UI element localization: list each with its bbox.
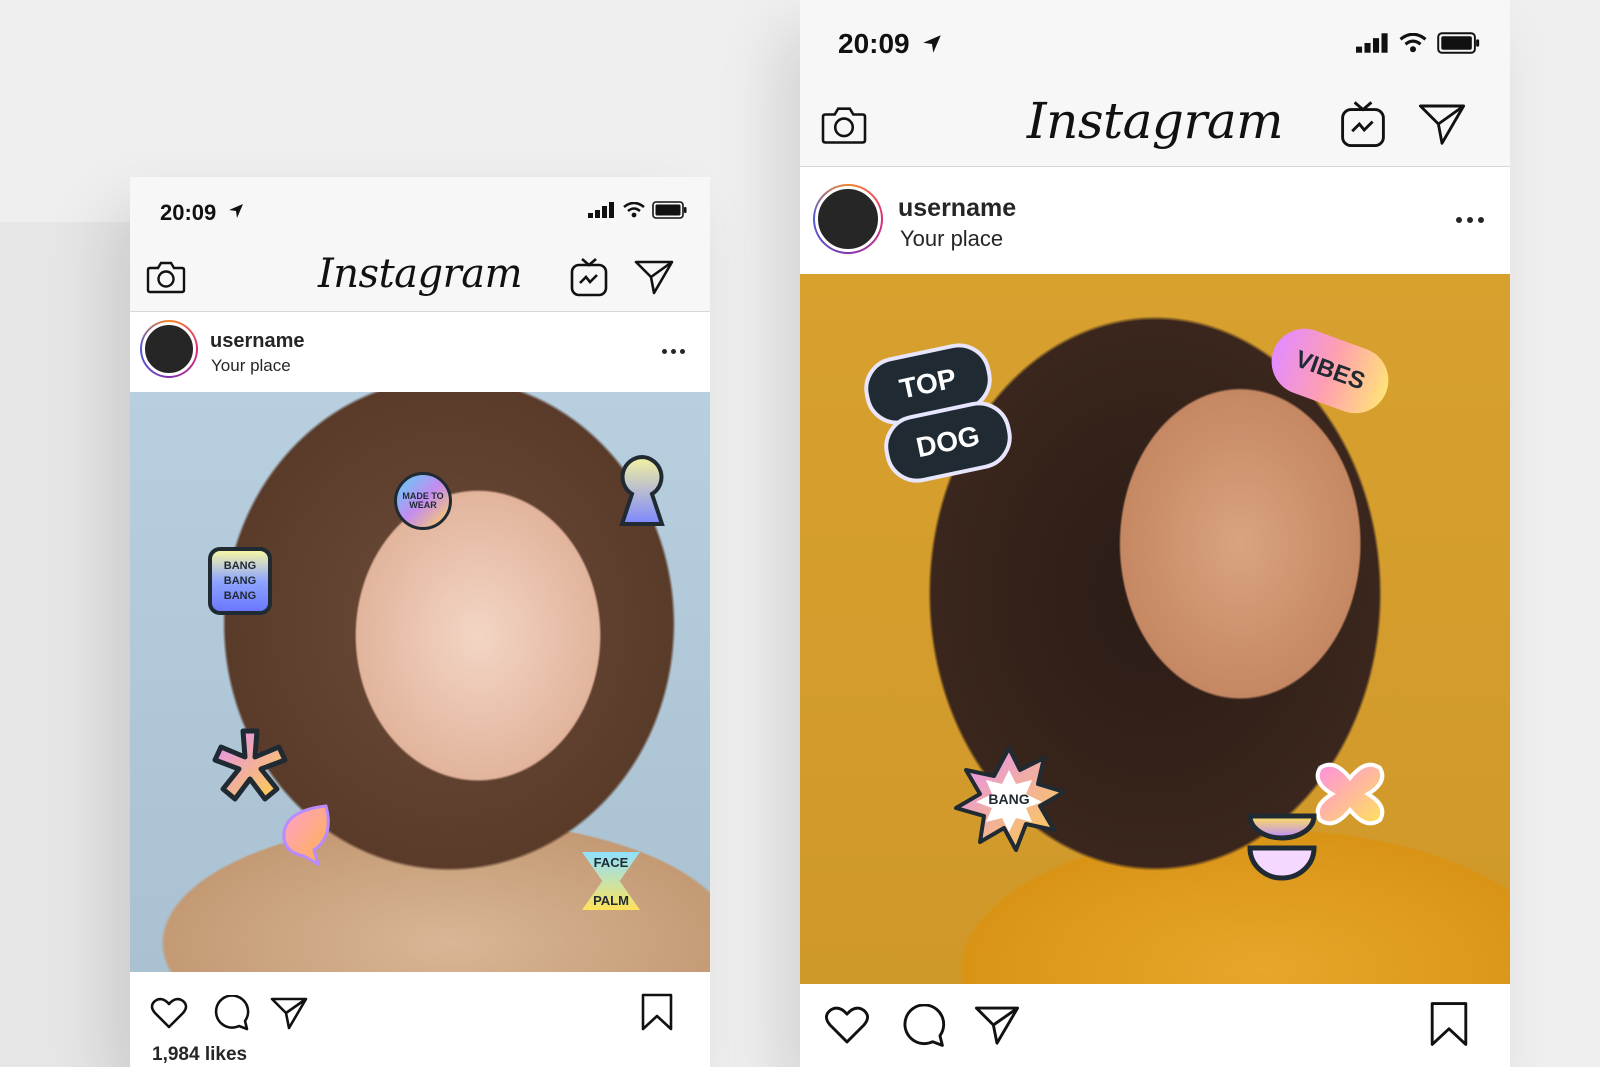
status-bar: 20:09 [130,177,710,245]
igtv-icon[interactable] [570,257,608,297]
phone-left: 20:09 Instagram username Your place MADE… [130,177,710,1067]
top-navbar: Instagram [800,88,1510,167]
sticker-asterisk [212,728,288,802]
comment-icon[interactable] [212,995,250,1031]
location-arrow-icon [923,35,941,53]
post-location[interactable]: Your place [900,226,1003,252]
top-navbar: Instagram [130,245,710,312]
igtv-icon[interactable] [1340,100,1386,148]
avatar[interactable] [815,186,881,252]
comment-icon[interactable] [900,1004,946,1048]
post-actions [800,984,1510,1067]
more-icon[interactable] [662,349,685,354]
phone-right: 20:09 Instagram username Your place TOP … [800,0,1510,1067]
sticker-made-to-wear: MADE TO WEAR [394,472,452,530]
share-icon[interactable] [270,996,308,1030]
instagram-logo: Instagram [317,251,523,297]
signal-icon [588,202,614,218]
battery-icon [1437,32,1480,54]
wifi-icon [623,202,645,218]
sticker-bang-text: BANG [988,791,1030,807]
sticker-cross [1315,762,1385,826]
sticker-palm-text: PALM [593,892,629,908]
post-header: username Your place [130,312,710,392]
location-arrow-icon [229,204,243,218]
heart-icon[interactable] [824,1004,870,1046]
wifi-icon [1399,33,1427,53]
system-icons [1356,32,1482,54]
post-actions: 1,984 likes [130,972,710,1067]
sticker-spade [282,804,330,868]
post-photo[interactable]: TOP DOG VIBES BANG [800,274,1510,984]
sticker-top-dog: TOP DOG [858,337,1018,489]
instagram-logo: Instagram [1026,92,1284,150]
bookmark-icon[interactable] [1428,1000,1470,1048]
sticker-face-palm: FACE PALM [582,852,640,910]
status-time: 20:09 [160,200,217,225]
sticker-face-text: FACE [593,854,629,870]
likes-count[interactable]: 1,984 likes [152,1044,247,1066]
post-location[interactable]: Your place [211,356,291,376]
status-time: 20:09 [838,28,910,59]
post-username[interactable]: username [898,194,1016,223]
bookmark-icon[interactable] [640,992,674,1032]
battery-icon [652,201,687,219]
avatar-ring[interactable] [140,320,198,378]
direct-icon[interactable] [634,259,674,295]
status-bar: 20:09 [800,0,1510,88]
avatar[interactable] [142,322,196,376]
share-icon[interactable] [974,1004,1020,1046]
sticker-vibes: VIBES [1262,319,1398,423]
signal-icon [1356,33,1388,53]
avatar-ring[interactable] [813,184,883,254]
post-header: username Your place [800,167,1510,274]
system-icons [588,201,688,219]
heart-icon[interactable] [150,996,188,1030]
sticker-keyhole [619,454,665,526]
sticker-bang-bang-bang: BANG BANG BANG [208,547,272,615]
sticker-half-circles [1247,813,1317,881]
more-icon[interactable] [1456,217,1484,223]
post-username[interactable]: username [210,330,305,353]
sticker-bang: BANG [950,744,1068,854]
post-photo[interactable]: MADE TO WEAR BANG BANG BANG FACE PALM [130,392,710,972]
background-panel [0,222,130,1067]
direct-icon[interactable] [1418,102,1466,146]
